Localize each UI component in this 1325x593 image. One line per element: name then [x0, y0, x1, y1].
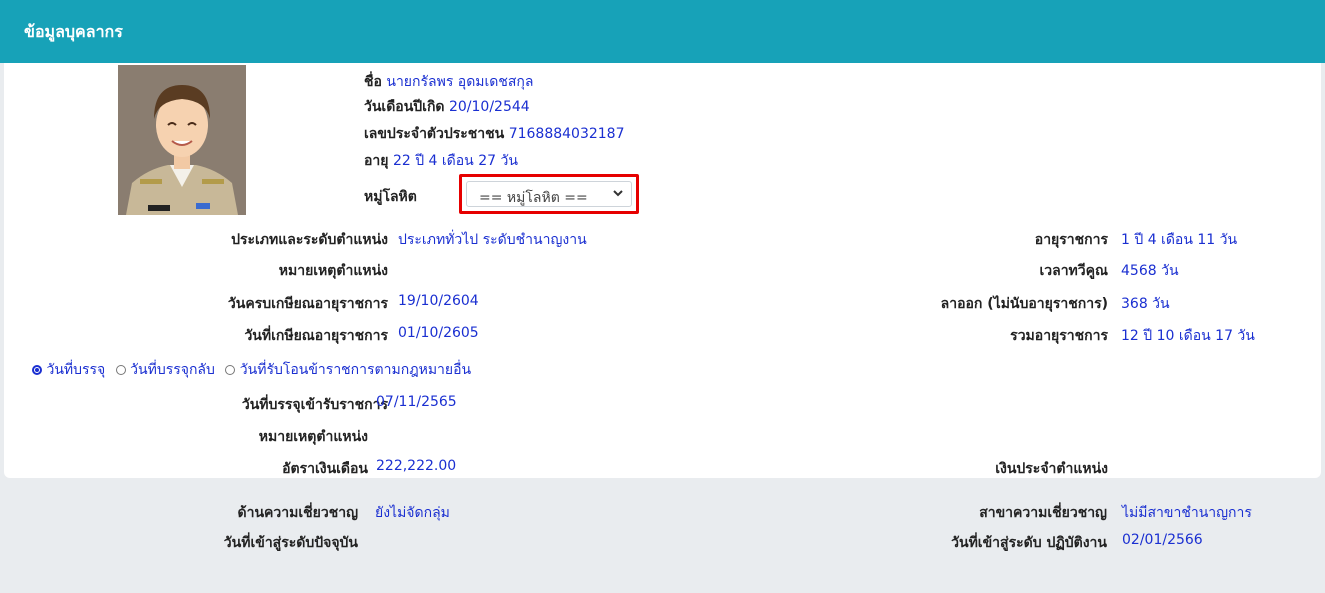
multiplier-time-label: เวลาทวีคูณ: [1039, 263, 1108, 279]
radio-transferred-label[interactable]: วันที่รับโอนข้าราชการตามกฎหมายอื่น: [240, 362, 471, 378]
profile-photo: [118, 65, 246, 215]
level-date-value: 02/01/2566: [1122, 532, 1203, 548]
blood-type-select-highlight: == หมู่โลหิต ==: [459, 174, 639, 214]
id-row: เลขประจำตัวประชาชน 7168884032187: [364, 123, 625, 145]
age-value: 22 ปี 4 เดือน 27 วัน: [392, 153, 518, 169]
avatar-illustration: [118, 65, 246, 215]
service-age-label: อายุราชการ: [1034, 232, 1108, 248]
blood-type-label: หมู่โลหิต: [364, 189, 417, 205]
radio-appointed-label[interactable]: วันที่บรรจุ: [46, 362, 105, 378]
retire-date-value: 01/10/2605: [398, 325, 479, 341]
chevron-down-icon: [611, 186, 625, 204]
current-level-date-label: วันที่เข้าสู่ระดับปัจจุบัน: [223, 535, 358, 551]
blood-type-select[interactable]: == หมู่โลหิต ==: [466, 181, 632, 207]
age-row: อายุ 22 ปี 4 เดือน 27 วัน: [364, 150, 518, 172]
birth-value: 20/10/2544: [448, 99, 530, 115]
expertise-field-label: ด้านความเชี่ยวชาญ: [237, 505, 358, 521]
panel-header: ข้อมูลบุคลากร: [0, 0, 1325, 63]
resign-label: ลาออก (ไม่นับอายุราชการ): [940, 296, 1108, 312]
panel-title: ข้อมูลบุคลากร: [24, 22, 123, 41]
retire-date-label: วันที่เกษียณอายุราชการ: [244, 328, 388, 344]
birth-row: วันเดือนปีเกิด 20/10/2544: [364, 96, 530, 118]
expertise-branch-label: สาขาความเชี่ยวชาญ: [979, 505, 1107, 521]
multiplier-time-value: 4568 วัน: [1121, 263, 1179, 279]
id-label: เลขประจำตัวประชาชน: [364, 126, 505, 142]
resign-value: 368 วัน: [1121, 296, 1170, 312]
appoint-note-label: หมายเหตุตำแหน่ง: [258, 429, 368, 445]
radio-transferred[interactable]: [225, 365, 236, 375]
level-date-label: วันที่เข้าสู่ระดับ ปฏิบัติงาน: [951, 535, 1107, 551]
appoint-date-value: 07/11/2565: [376, 394, 457, 410]
position-type-label: ประเภทและระดับตำแหน่ง: [231, 232, 388, 248]
name-value: นายกรัลพร อุดมเดชสกุล: [386, 74, 534, 90]
birth-label: วันเดือนปีเกิด: [364, 99, 445, 115]
position-pay-label: เงินประจำตำแหน่ง: [995, 461, 1108, 477]
appointment-type-radios: วันที่บรรจุ วันที่บรรจุกลับ วันที่รับโอน…: [32, 359, 471, 381]
radio-reappointed-label[interactable]: วันที่บรรจุกลับ: [130, 362, 215, 378]
expertise-branch-value: ไม่มีสาขาชำนาญการ: [1122, 505, 1252, 521]
position-note-label: หมายเหตุตำแหน่ง: [278, 263, 388, 279]
total-service-value: 12 ปี 10 เดือน 17 วัน: [1121, 328, 1255, 344]
service-age-value: 1 ปี 4 เดือน 11 วัน: [1121, 232, 1238, 248]
age-label: อายุ: [364, 153, 389, 169]
salary-label: อัตราเงินเดือน: [282, 461, 368, 477]
name-row: ชื่อ นายกรัลพร อุดมเดชสกุล: [364, 71, 534, 93]
total-service-label: รวมอายุราชการ: [1010, 328, 1108, 344]
position-type-value: ประเภททั่วไป ระดับชำนาญงาน: [398, 232, 587, 248]
name-label: ชื่อ: [364, 74, 382, 90]
personnel-card: ชื่อ นายกรัลพร อุดมเดชสกุล วันเดือนปีเกิ…: [4, 63, 1321, 478]
retire-due-label: วันครบเกษียณอายุราชการ: [227, 296, 388, 312]
radio-appointed[interactable]: [32, 365, 42, 375]
blood-type-selected: == หมู่โลหิต ==: [479, 190, 588, 206]
radio-reappointed[interactable]: [115, 365, 126, 375]
appoint-date-label: วันที่บรรจุเข้ารับราชการ: [241, 397, 388, 413]
retire-due-value: 19/10/2604: [398, 293, 479, 309]
salary-value: 222,222.00: [376, 458, 457, 474]
id-value: 7168884032187: [508, 126, 625, 142]
expertise-field-value: ยังไม่จัดกลุ่ม: [375, 505, 450, 521]
